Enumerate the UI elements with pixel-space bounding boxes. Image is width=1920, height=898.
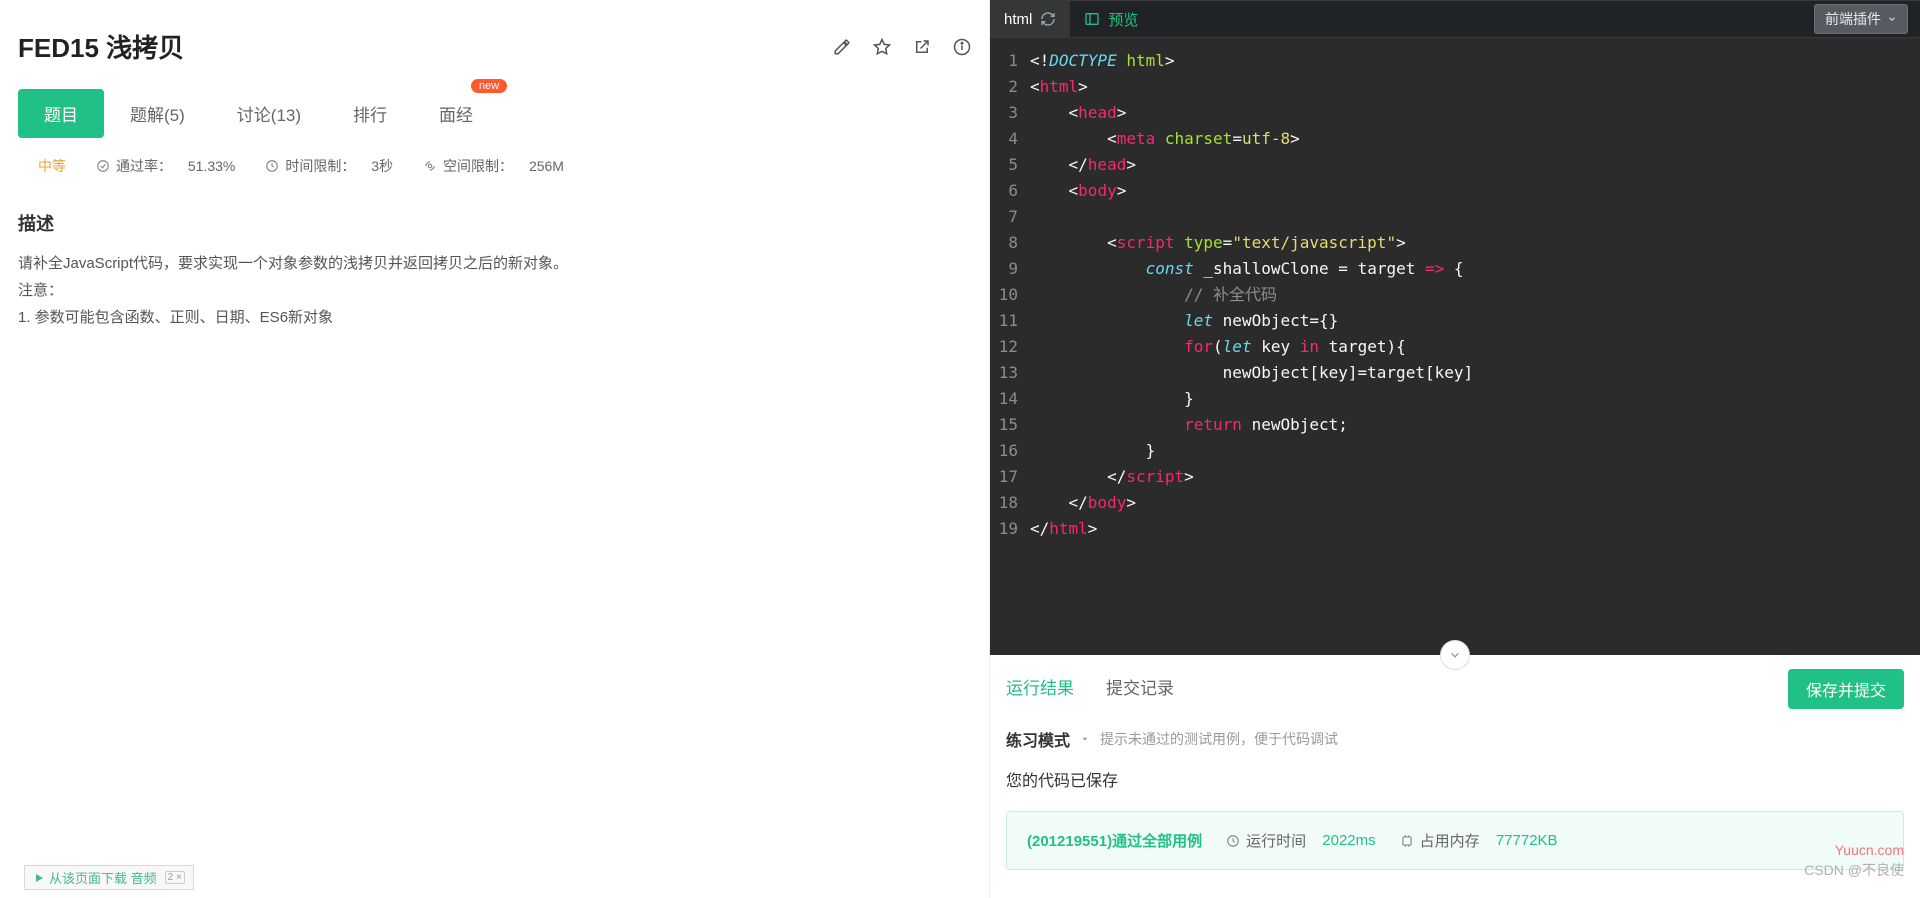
save-submit-button[interactable]: 保存并提交 (1788, 669, 1904, 709)
pass-text: (201219551)通过全部用例 (1027, 830, 1202, 851)
tab-ranking[interactable]: 排行 (327, 89, 413, 138)
problem-tabs: 题目 题解(5) 讨论(13) 排行 面经 new (18, 89, 971, 138)
share-icon[interactable] (913, 38, 931, 56)
meta-row: 中等 通过率： 51.33% 时间限制： 3秒 空间限制： 256M (0, 138, 989, 204)
editor-tab-html[interactable]: html (990, 1, 1070, 37)
practice-mode-label: 练习模式 (1006, 727, 1070, 751)
new-badge: new (471, 79, 507, 93)
refresh-icon[interactable] (1040, 11, 1056, 27)
star-icon[interactable] (873, 38, 891, 56)
caret-down-icon[interactable] (1080, 734, 1090, 744)
code-editor[interactable]: <!DOCTYPE html> <html> <head> <meta char… (1024, 38, 1920, 655)
info-icon[interactable] (953, 38, 971, 56)
edit-icon[interactable] (833, 38, 851, 56)
pass-rate: 通过率： 51.33% (96, 156, 235, 176)
tab-submit-history[interactable]: 提交记录 (1106, 674, 1174, 705)
saved-message: 您的代码已保存 (990, 751, 1920, 801)
line-gutter: 1 2 3 4 5 6 7 8 9 10 11 12 13 14 15 16 1… (990, 38, 1024, 655)
title-actions (833, 38, 971, 56)
tab-run-result[interactable]: 运行结果 (1006, 674, 1074, 705)
editor-panel: html 预览 前端插件 1 2 3 4 5 6 7 8 9 10 11 12 … (990, 0, 1920, 655)
tab-problem[interactable]: 题目 (18, 89, 104, 138)
memory-icon (1400, 834, 1414, 848)
tab-discuss[interactable]: 讨论(13) (211, 89, 327, 138)
audio-download-bar[interactable]: 从该页面下载 音频 2 × (24, 865, 194, 890)
time-limit: 时间限制： 3秒 (265, 156, 393, 176)
clock-icon (1226, 834, 1240, 848)
mode-hint: 提示未通过的测试用例，便于代码调试 (1100, 729, 1338, 749)
difficulty: 中等 (38, 156, 66, 176)
tab-interview[interactable]: 面经 new (413, 89, 499, 138)
editor-tab-preview[interactable]: 预览 (1070, 1, 1152, 37)
chevron-down-icon (1887, 14, 1897, 24)
description-heading: 描述 (0, 204, 989, 250)
chevron-down-icon (1448, 648, 1462, 662)
tab-interview-label: 面经 (439, 106, 473, 125)
collapse-toggle[interactable] (1440, 640, 1470, 670)
space-limit: 空间限制： 256M (423, 156, 564, 176)
watermark-site: Yuucn.com (1835, 842, 1904, 858)
result-tabs: 运行结果 提交记录 (1006, 674, 1174, 705)
pass-result-box: (201219551)通过全部用例 运行时间 2022ms 占用内存 77772… (1006, 811, 1904, 870)
layout-icon (1084, 11, 1100, 27)
tab-solution[interactable]: 题解(5) (104, 89, 211, 138)
description-body: 请补全JavaScript代码，要求实现一个对象参数的浅拷贝并返回拷贝之后的新对… (0, 250, 989, 331)
plugin-button[interactable]: 前端插件 (1814, 4, 1908, 34)
problem-title: FED15 浅拷贝 (18, 28, 184, 65)
watermark-csdn: CSDN @不良使 (1804, 860, 1904, 880)
